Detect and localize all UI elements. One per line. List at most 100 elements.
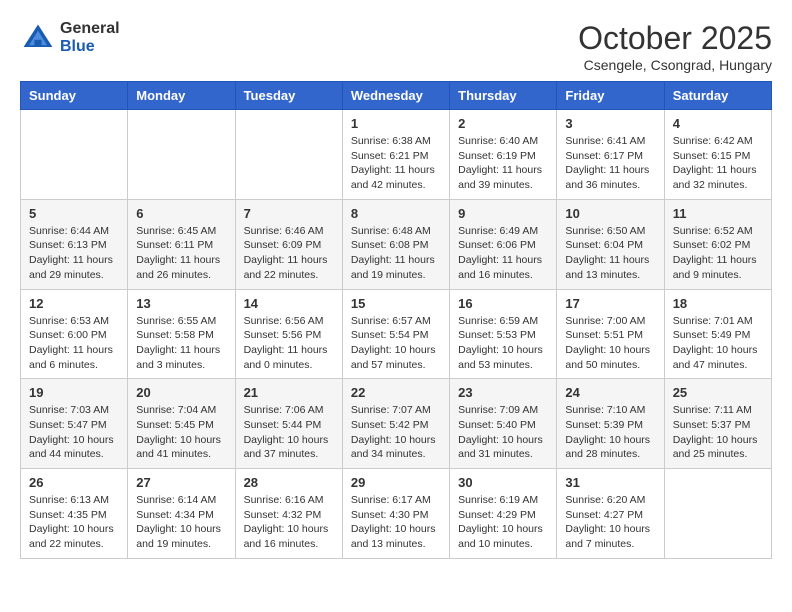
page-header: General Blue October 2025 Csengele, Cson… [20,20,772,73]
day-number: 5 [29,206,119,221]
day-number: 27 [136,475,226,490]
day-header-sunday: Sunday [21,82,128,110]
day-number: 4 [673,116,763,131]
week-row: 26 Sunrise: 6:13 AM Sunset: 4:35 PM Dayli… [21,469,772,559]
day-info: Sunrise: 6:40 AM Sunset: 6:19 PM Dayligh… [458,134,548,193]
day-info: Sunrise: 6:42 AM Sunset: 6:15 PM Dayligh… [673,134,763,193]
title-section: October 2025 Csengele, Csongrad, Hungary [578,20,772,73]
day-cell: 31 Sunrise: 6:20 AM Sunset: 4:27 PM Dayli… [557,469,664,559]
day-info: Sunrise: 6:53 AM Sunset: 6:00 PM Dayligh… [29,314,119,373]
day-cell: 24 Sunrise: 7:10 AM Sunset: 5:39 PM Dayli… [557,379,664,469]
day-number: 3 [565,116,655,131]
week-row: 1 Sunrise: 6:38 AM Sunset: 6:21 PM Daylig… [21,110,772,200]
day-info: Sunrise: 6:19 AM Sunset: 4:29 PM Dayligh… [458,493,548,552]
day-cell: 6 Sunrise: 6:45 AM Sunset: 6:11 PM Daylig… [128,199,235,289]
day-header-thursday: Thursday [450,82,557,110]
day-info: Sunrise: 6:48 AM Sunset: 6:08 PM Dayligh… [351,224,441,283]
day-info: Sunrise: 6:50 AM Sunset: 6:04 PM Dayligh… [565,224,655,283]
day-number: 18 [673,296,763,311]
day-info: Sunrise: 6:55 AM Sunset: 5:58 PM Dayligh… [136,314,226,373]
day-number: 21 [244,385,334,400]
day-header-tuesday: Tuesday [235,82,342,110]
week-row: 5 Sunrise: 6:44 AM Sunset: 6:13 PM Daylig… [21,199,772,289]
day-cell: 3 Sunrise: 6:41 AM Sunset: 6:17 PM Daylig… [557,110,664,200]
day-info: Sunrise: 6:52 AM Sunset: 6:02 PM Dayligh… [673,224,763,283]
day-cell: 22 Sunrise: 7:07 AM Sunset: 5:42 PM Dayli… [342,379,449,469]
day-number: 12 [29,296,119,311]
calendar-table: SundayMondayTuesdayWednesdayThursdayFrid… [20,81,772,559]
day-number: 29 [351,475,441,490]
day-cell: 11Sunrise: 6:52 AM Sunset: 6:02 PM Dayli… [664,199,771,289]
day-cell: 25 Sunrise: 7:11 AM Sunset: 5:37 PM Dayli… [664,379,771,469]
day-number: 15 [351,296,441,311]
day-info: Sunrise: 6:17 AM Sunset: 4:30 PM Dayligh… [351,493,441,552]
day-number: 16 [458,296,548,311]
day-info: Sunrise: 7:09 AM Sunset: 5:40 PM Dayligh… [458,403,548,462]
day-info: Sunrise: 7:06 AM Sunset: 5:44 PM Dayligh… [244,403,334,462]
week-row: 12 Sunrise: 6:53 AM Sunset: 6:00 PM Dayli… [21,289,772,379]
day-number: 1 [351,116,441,131]
day-cell: 28 Sunrise: 6:16 AM Sunset: 4:32 PM Dayli… [235,469,342,559]
day-cell: 20Sunrise: 7:04 AM Sunset: 5:45 PM Dayli… [128,379,235,469]
day-number: 17 [565,296,655,311]
day-number: 22 [351,385,441,400]
day-info: Sunrise: 6:38 AM Sunset: 6:21 PM Dayligh… [351,134,441,193]
day-cell: 23 Sunrise: 7:09 AM Sunset: 5:40 PM Dayli… [450,379,557,469]
day-header-monday: Monday [128,82,235,110]
day-info: Sunrise: 6:20 AM Sunset: 4:27 PM Dayligh… [565,493,655,552]
day-cell: 21 Sunrise: 7:06 AM Sunset: 5:44 PM Dayli… [235,379,342,469]
day-cell: 15Sunrise: 6:57 AM Sunset: 5:54 PM Dayli… [342,289,449,379]
day-cell: 18 Sunrise: 7:01 AM Sunset: 5:49 PM Dayli… [664,289,771,379]
month-title: October 2025 [578,20,772,57]
day-number: 28 [244,475,334,490]
day-info: Sunrise: 6:44 AM Sunset: 6:13 PM Dayligh… [29,224,119,283]
logo: General Blue [20,20,120,56]
day-number: 20 [136,385,226,400]
day-number: 13 [136,296,226,311]
day-cell: 19Sunrise: 7:03 AM Sunset: 5:47 PM Dayli… [21,379,128,469]
day-cell: 12 Sunrise: 6:53 AM Sunset: 6:00 PM Dayli… [21,289,128,379]
day-cell: 7Sunrise: 6:46 AM Sunset: 6:09 PM Daylig… [235,199,342,289]
day-info: Sunrise: 6:13 AM Sunset: 4:35 PM Dayligh… [29,493,119,552]
day-header-wednesday: Wednesday [342,82,449,110]
day-info: Sunrise: 6:56 AM Sunset: 5:56 PM Dayligh… [244,314,334,373]
location: Csengele, Csongrad, Hungary [578,57,772,73]
day-number: 6 [136,206,226,221]
day-number: 23 [458,385,548,400]
day-number: 14 [244,296,334,311]
day-cell [664,469,771,559]
day-info: Sunrise: 7:00 AM Sunset: 5:51 PM Dayligh… [565,314,655,373]
day-info: Sunrise: 6:14 AM Sunset: 4:34 PM Dayligh… [136,493,226,552]
day-info: Sunrise: 7:10 AM Sunset: 5:39 PM Dayligh… [565,403,655,462]
day-header-friday: Friday [557,82,664,110]
day-cell: 27 Sunrise: 6:14 AM Sunset: 4:34 PM Dayli… [128,469,235,559]
day-number: 31 [565,475,655,490]
week-row: 19Sunrise: 7:03 AM Sunset: 5:47 PM Dayli… [21,379,772,469]
day-cell [235,110,342,200]
day-cell: 9Sunrise: 6:49 AM Sunset: 6:06 PM Daylig… [450,199,557,289]
logo-icon [20,20,56,56]
day-number: 2 [458,116,548,131]
logo-text: General Blue [60,20,120,55]
day-info: Sunrise: 6:41 AM Sunset: 6:17 PM Dayligh… [565,134,655,193]
day-number: 10 [565,206,655,221]
logo-general-text: General [60,20,120,38]
day-header-saturday: Saturday [664,82,771,110]
day-info: Sunrise: 6:45 AM Sunset: 6:11 PM Dayligh… [136,224,226,283]
day-number: 7 [244,206,334,221]
day-cell [128,110,235,200]
day-info: Sunrise: 7:03 AM Sunset: 5:47 PM Dayligh… [29,403,119,462]
day-number: 26 [29,475,119,490]
day-number: 25 [673,385,763,400]
day-info: Sunrise: 7:01 AM Sunset: 5:49 PM Dayligh… [673,314,763,373]
day-cell [21,110,128,200]
day-cell: 29 Sunrise: 6:17 AM Sunset: 4:30 PM Dayli… [342,469,449,559]
day-cell: 16Sunrise: 6:59 AM Sunset: 5:53 PM Dayli… [450,289,557,379]
day-info: Sunrise: 7:07 AM Sunset: 5:42 PM Dayligh… [351,403,441,462]
day-cell: 17 Sunrise: 7:00 AM Sunset: 5:51 PM Dayli… [557,289,664,379]
day-number: 24 [565,385,655,400]
logo-blue-text: Blue [60,38,120,56]
day-cell: 30Sunrise: 6:19 AM Sunset: 4:29 PM Dayli… [450,469,557,559]
day-info: Sunrise: 6:16 AM Sunset: 4:32 PM Dayligh… [244,493,334,552]
day-info: Sunrise: 7:11 AM Sunset: 5:37 PM Dayligh… [673,403,763,462]
